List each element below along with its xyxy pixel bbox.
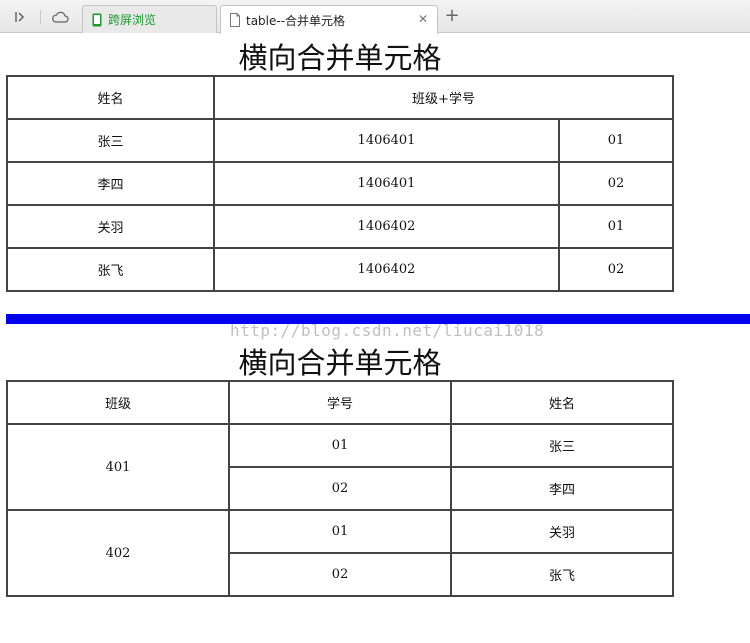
table-header-row: 班级 学号 姓名 <box>6 380 674 425</box>
cell-class: 1406402 <box>213 204 560 249</box>
cell-number: 01 <box>558 118 674 163</box>
table-row: 李四 1406401 02 <box>6 161 674 206</box>
cell-name: 关羽 <box>6 204 215 249</box>
cloud-icon[interactable] <box>50 7 70 27</box>
cell-name: 张飞 <box>450 552 674 597</box>
page-title-2: 横向合并单元格 <box>238 346 442 380</box>
cell-name: 张三 <box>6 118 215 163</box>
sidebar-toggle-icon[interactable] <box>10 7 30 27</box>
cell-number: 01 <box>228 423 452 468</box>
header-cell-name: 姓名 <box>450 380 674 425</box>
header-cell-name: 姓名 <box>6 75 215 120</box>
cell-number: 02 <box>228 466 452 511</box>
cell-class: 1406402 <box>213 247 560 292</box>
cell-number: 01 <box>228 509 452 554</box>
cell-class-merged: 402 <box>6 509 230 597</box>
new-tab-plus-icon[interactable]: + <box>443 7 461 26</box>
cell-class: 1406401 <box>213 118 560 163</box>
page-title-1: 横向合并单元格 <box>238 41 442 75</box>
cell-name: 张三 <box>450 423 674 468</box>
toolbar-separator <box>40 10 41 24</box>
table-row: 关羽 1406402 01 <box>6 204 674 249</box>
cell-number: 02 <box>558 161 674 206</box>
cell-name: 李四 <box>450 466 674 511</box>
header-cell-class-id: 班级+学号 <box>213 75 674 120</box>
cell-number: 01 <box>558 204 674 249</box>
page-icon <box>229 13 241 27</box>
header-cell-class: 班级 <box>6 380 230 425</box>
header-cell-number: 学号 <box>228 380 452 425</box>
table-row: 402 01 关羽 <box>6 509 674 597</box>
browser-tab-bar: 跨屏浏览 table--合并单元格 ✕ + <box>0 0 750 34</box>
cell-name: 关羽 <box>450 509 674 554</box>
close-icon[interactable]: ✕ <box>418 12 428 26</box>
phone-icon <box>91 13 103 27</box>
merged-cells-table-2: 班级 学号 姓名 401 01 张三 02 李四 402 01 关羽 02 张飞 <box>6 380 674 597</box>
table-row: 401 01 张三 <box>6 423 674 511</box>
merged-cells-table-1: 姓名 班级+学号 张三 1406401 01 李四 1406401 02 关羽 … <box>6 75 674 292</box>
watermark: http://blog.csdn.net/liucai1018 <box>230 321 545 340</box>
cell-number: 02 <box>558 247 674 292</box>
cell-name: 李四 <box>6 161 215 206</box>
tab-label: 跨屏浏览 <box>108 13 157 27</box>
table-row: 张飞 1406402 02 <box>6 247 674 292</box>
table-header-row: 姓名 班级+学号 <box>6 75 674 120</box>
cell-number: 02 <box>228 552 452 597</box>
cell-class: 1406401 <box>213 161 560 206</box>
tab-table-merge[interactable]: table--合并单元格 ✕ <box>220 5 438 34</box>
cell-class-merged: 401 <box>6 423 230 511</box>
table-row: 张三 1406401 01 <box>6 118 674 163</box>
tab-label: table--合并单元格 <box>246 13 346 28</box>
tab-cross-screen[interactable]: 跨屏浏览 <box>82 5 217 33</box>
cell-name: 张飞 <box>6 247 215 292</box>
